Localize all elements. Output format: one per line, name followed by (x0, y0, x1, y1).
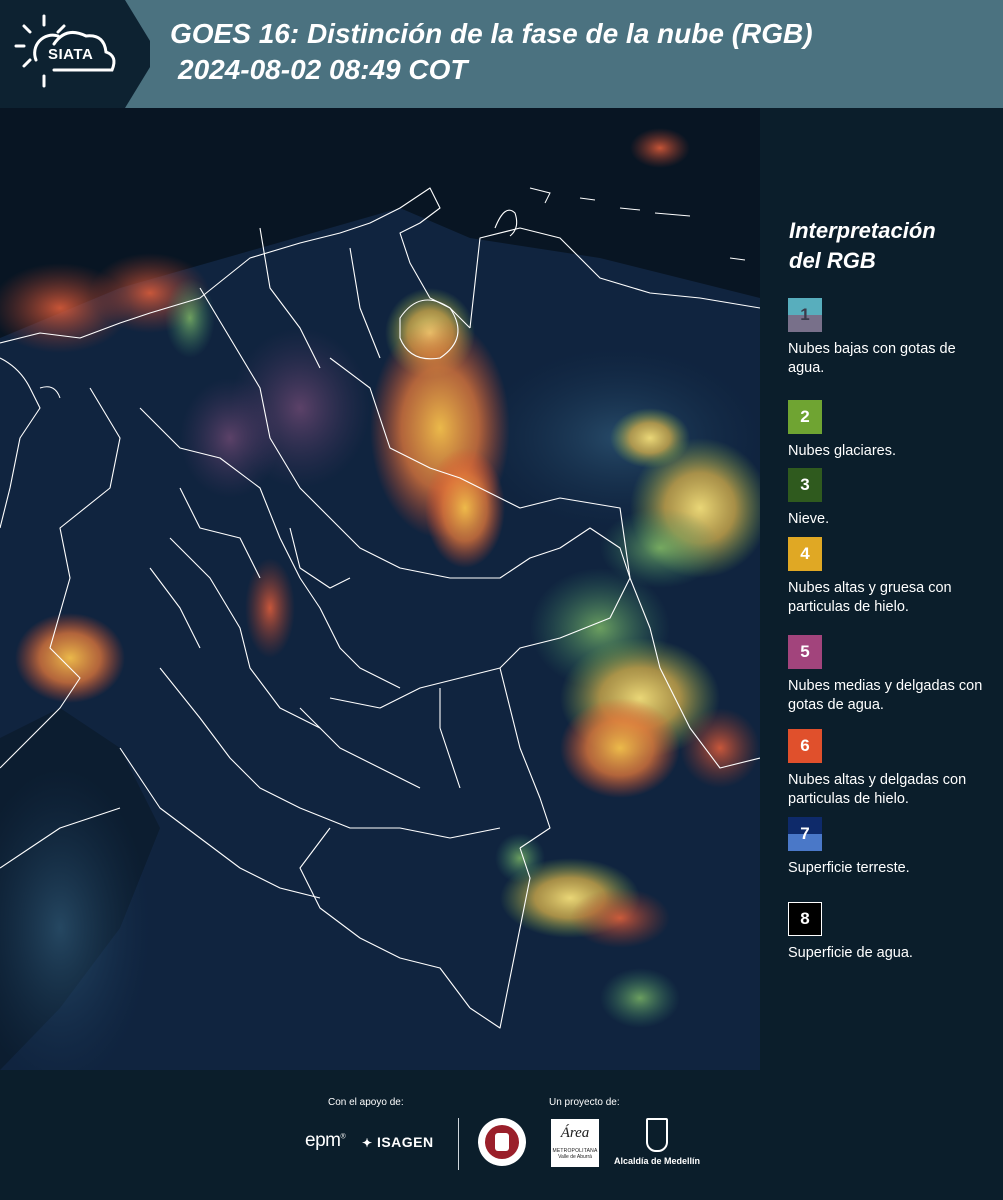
satellite-map (0, 108, 760, 1070)
legend-item: 2 Nubes glaciares. (788, 400, 988, 461)
legend-number: 6 (800, 736, 810, 755)
legend-item: 1 Nubes bajas con gotas de agua. (788, 298, 988, 378)
legend-number: 8 (800, 909, 810, 928)
legend-title-line-2: del RGB (789, 248, 876, 273)
university-seal (478, 1118, 526, 1166)
legend-swatch: 6 (788, 729, 822, 763)
legend-label: Superficie de agua. (788, 945, 913, 961)
area-metropolitana-logo: Área METROPOLITANA Valle de Aburrá (551, 1119, 599, 1167)
seal-icon (485, 1125, 519, 1159)
legend-number: 3 (800, 475, 810, 494)
project-label: Un proyecto de: (549, 1097, 620, 1108)
legend-panel: Interpretación del RGB 1 Nubes bajas con … (760, 108, 1003, 1070)
area-logo-sub2: Valle de Aburrá (558, 1154, 592, 1160)
isagen-logo: ✦ ISAGEN (362, 1134, 434, 1150)
legend-title-line-1: Interpretación (789, 218, 936, 243)
satellite-image (0, 108, 760, 1070)
header: SIATA GOES 16: Distinción de la fase de … (0, 0, 1003, 108)
legend-item: 6 Nubes altas y delgadas con particulas d… (788, 729, 988, 809)
footer-divider (458, 1118, 459, 1170)
legend-number: 4 (800, 544, 810, 563)
legend-label: Nubes bajas con gotas de agua. (788, 341, 956, 376)
legend-item: 7 Superficie terreste. (788, 817, 988, 878)
legend-label: Nubes altas y gruesa con particulas de h… (788, 580, 952, 615)
legend-number: 5 (800, 642, 810, 661)
legend-label: Superficie terreste. (788, 860, 910, 876)
logo-text: SIATA (48, 46, 94, 63)
isagen-mark-icon: ✦ (362, 1136, 373, 1150)
legend-swatch: 8 (788, 902, 822, 936)
shield-icon (646, 1118, 668, 1152)
legend-item: 4 Nubes altas y gruesa con particulas de … (788, 537, 988, 617)
legend-swatch: 2 (788, 400, 822, 434)
legend-item: 3 Nieve. (788, 468, 988, 529)
legend-number: 1 (800, 305, 810, 324)
alcaldia-logo: Alcaldía de Medellín (612, 1118, 702, 1166)
legend-swatch: 3 (788, 468, 822, 502)
legend-swatch: 1 (788, 298, 822, 332)
epm-logo-text: epm (305, 1130, 341, 1151)
title-line-1: GOES 16: Distinción de la fase de la nub… (170, 18, 813, 49)
legend-title: Interpretación del RGB (789, 216, 936, 276)
legend-number: 2 (800, 407, 810, 426)
support-label: Con el apoyo de: (328, 1097, 404, 1108)
alcaldia-logo-text: Alcaldía de Medellín (613, 1156, 701, 1166)
area-logo-text: Área (560, 1125, 590, 1141)
legend-item: 8 Superficie de agua. (788, 902, 988, 963)
legend-number: 7 (800, 824, 810, 843)
footer: Con el apoyo de: Un proyecto de: epm® ✦ … (0, 1070, 1003, 1200)
legend-item: 5 Nubes medias y delgadas con gotas de ag… (788, 635, 988, 715)
siata-logo: SIATA (0, 0, 150, 108)
title-line-2: 2024-08-02 08:49 COT (178, 54, 468, 85)
page-title: GOES 16: Distinción de la fase de la nub… (170, 16, 813, 88)
isagen-logo-text: ISAGEN (376, 1134, 434, 1150)
legend-label: Nubes glaciares. (788, 443, 896, 459)
legend-swatch: 7 (788, 817, 822, 851)
legend-swatch: 5 (788, 635, 822, 669)
legend-label: Nubes altas y delgadas con particulas de… (788, 772, 967, 807)
epm-logo: epm® (305, 1130, 346, 1151)
legend-label: Nieve. (788, 511, 830, 527)
legend-swatch: 4 (788, 537, 822, 571)
legend-label: Nubes medias y delgadas con gotas de agu… (788, 678, 983, 713)
